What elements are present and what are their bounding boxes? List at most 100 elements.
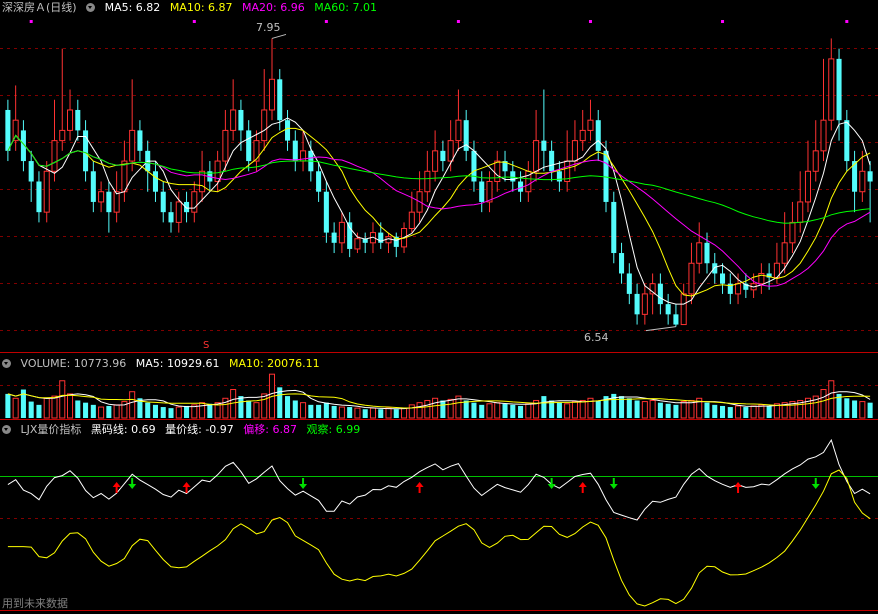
- sell-arrow-stem: [550, 478, 553, 484]
- volume-bar-down: [393, 409, 399, 418]
- volume-bar-down: [471, 402, 477, 418]
- candle-body-up: [781, 242, 788, 264]
- volume-bar-down: [743, 407, 749, 418]
- volume-bar-down: [844, 398, 850, 418]
- candle-body-down: [316, 171, 322, 192]
- candle-body-down: [673, 314, 679, 325]
- candle-body-down: [611, 201, 617, 254]
- volume-ma10-label: MA10: 20076.11: [228, 357, 320, 370]
- candle-body-down: [657, 283, 663, 305]
- stock-chart-canvas: [0, 20, 878, 611]
- top-marker: [29, 20, 33, 23]
- volume-bar-up: [408, 404, 415, 419]
- volume-bar-down: [704, 402, 710, 418]
- candle-body-up: [859, 170, 866, 193]
- ma60-line: [7, 134, 871, 224]
- top-marker: [456, 20, 460, 23]
- watch-label: 观察: 6.99: [306, 423, 361, 436]
- volume-bar-up: [51, 395, 58, 419]
- volume-bar-down: [766, 405, 772, 418]
- volume-bar-up: [113, 404, 120, 419]
- volume-bar-up: [680, 401, 687, 419]
- candle-body-down: [595, 120, 601, 151]
- sell-arrow: [609, 484, 618, 489]
- ma10-label: MA10: 6.87: [169, 1, 233, 14]
- candle-body-down: [152, 171, 158, 192]
- candle-body-up: [59, 129, 66, 142]
- candle-body-up: [67, 109, 74, 131]
- volume-bar-down: [28, 401, 34, 418]
- volume-bar-down: [152, 404, 158, 418]
- volume-bar-up: [416, 402, 423, 419]
- candle-body-down: [184, 201, 190, 213]
- buy-arrow-stem: [115, 487, 118, 493]
- candle-body-up: [812, 150, 819, 172]
- volume-bar-down: [184, 405, 190, 418]
- candle-body-down: [720, 273, 726, 284]
- candle-body-down: [867, 171, 873, 182]
- volume-bar-up: [424, 399, 431, 419]
- high-leader: [271, 33, 287, 39]
- low-price-label: 6.54: [584, 331, 609, 344]
- candle-body-up: [680, 293, 687, 326]
- candle-body-down: [704, 242, 710, 264]
- candle-body-up: [696, 242, 703, 264]
- candle-body-down: [712, 263, 718, 274]
- indicator-panel-header: LJX量价指标 黑码线: 0.69 量价线: -0.97 偏移: 6.87 观察…: [2, 423, 366, 437]
- buy-arrow: [182, 482, 191, 487]
- volume-bar-down: [665, 403, 671, 418]
- top-marker: [721, 20, 725, 23]
- volume-bar-down: [712, 404, 718, 418]
- sell-arrow: [811, 484, 820, 489]
- candle-body-up: [735, 283, 742, 295]
- indicator-panel-menu-icon[interactable]: [2, 425, 11, 434]
- candle-body-up: [51, 140, 58, 172]
- price-line-label: 量价线: -0.97: [165, 423, 234, 436]
- volume-bar-down: [518, 405, 524, 418]
- volume-bar-down: [168, 408, 174, 418]
- volume-ma5-line: [7, 389, 871, 410]
- volume-bar-down: [238, 396, 244, 418]
- volume-bar-up: [750, 405, 757, 419]
- volume-bar-up: [354, 407, 361, 419]
- volume-bar-up: [432, 397, 439, 419]
- volume-bar-down: [207, 403, 213, 418]
- volume-bar-down: [502, 403, 508, 418]
- volume-bar-up: [649, 399, 656, 419]
- candle-body-up: [354, 238, 361, 250]
- volume-bar-down: [440, 400, 446, 418]
- volume-menu-icon[interactable]: [2, 359, 11, 368]
- candle-body-up: [222, 129, 229, 162]
- volume-bar-up: [564, 403, 571, 419]
- candle-body-up: [43, 170, 50, 213]
- candle-body-down: [28, 161, 34, 182]
- candle-body-down: [634, 293, 640, 315]
- offset-label: 偏移: 6.87: [243, 423, 297, 436]
- sell-arrow: [128, 484, 137, 489]
- volume-bar-down: [5, 393, 11, 418]
- buy-arrow-stem: [185, 487, 188, 493]
- volume-bar-down: [378, 409, 384, 418]
- volume-ma5-label: MA5: 10929.61: [135, 357, 220, 370]
- top-marker: [845, 20, 849, 23]
- buy-arrow-stem: [418, 487, 421, 493]
- volume-bar-down: [657, 402, 663, 418]
- volume-bar-up: [43, 397, 50, 419]
- candle-body-up: [268, 78, 276, 111]
- candle-body-up: [820, 119, 827, 152]
- candle-body-down: [90, 171, 96, 202]
- volume-bar-down: [634, 400, 640, 418]
- candle-body-up: [261, 109, 268, 142]
- volume-bar-up: [369, 407, 376, 419]
- volume-bar-down: [36, 404, 42, 418]
- candle-body-down: [844, 120, 850, 162]
- volume-bar-up: [758, 404, 765, 419]
- volume-bar-down: [463, 400, 469, 418]
- volume-bar-down: [479, 404, 485, 418]
- indicator-menu-icon[interactable]: [86, 3, 96, 12]
- candle-body-up: [804, 170, 811, 203]
- indicator-title: LJX量价指标: [20, 423, 82, 436]
- top-marker: [588, 20, 592, 23]
- volume-bar-up: [12, 397, 19, 419]
- candle-body-down: [541, 140, 547, 151]
